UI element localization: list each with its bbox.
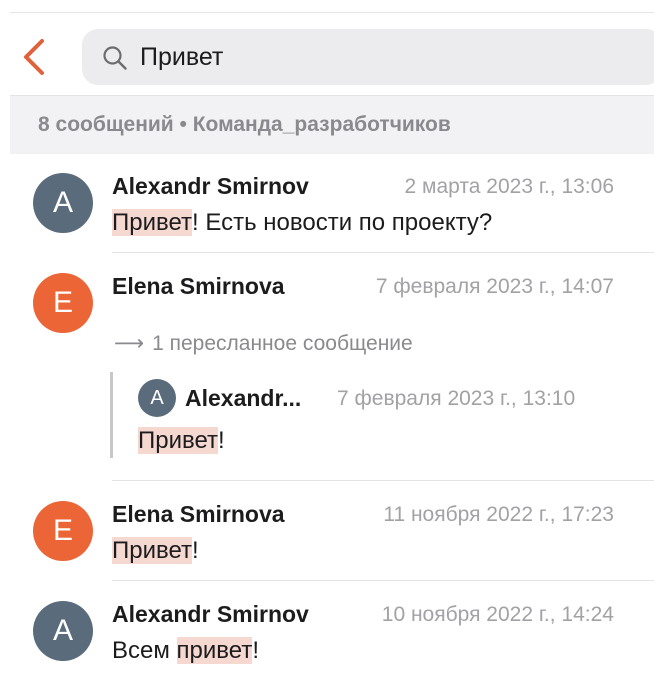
results-count-label: 8 сообщений • Команда_разработчиков bbox=[38, 113, 451, 136]
search-result-item[interactable]: E Elena Smirnova 11 ноября 2022 г., 17:2… bbox=[0, 481, 654, 581]
search-icon bbox=[103, 46, 127, 70]
search-result-item[interactable]: E Elena Smirnova 7 февраля 2023 г., 14:0… bbox=[0, 253, 654, 481]
forwarded-count-text: 1 пересланное сообщение bbox=[152, 332, 413, 355]
message-text: Привет! bbox=[112, 537, 199, 565]
message-text-after: ! bbox=[218, 427, 225, 454]
message-text: Всем привет! bbox=[112, 637, 259, 665]
search-highlight: привет bbox=[176, 637, 253, 664]
chevron-left-icon bbox=[24, 39, 44, 75]
search-input[interactable] bbox=[140, 29, 620, 85]
search-result-item[interactable]: A Alexandr Smirnov 2 марта 2023 г., 13:0… bbox=[0, 153, 654, 253]
search-highlight: Привет bbox=[112, 209, 193, 236]
message-text-after: ! bbox=[252, 637, 259, 664]
message-text-after: ! bbox=[192, 537, 199, 564]
forwarded-avatar: A bbox=[138, 379, 176, 417]
message-author: Alexandr Smirnov bbox=[112, 601, 309, 627]
message-author: Alexandr Smirnov bbox=[112, 173, 309, 199]
avatar: E bbox=[33, 273, 93, 333]
search-highlight: Привет bbox=[138, 427, 219, 454]
message-date: 7 февраля 2023 г., 14:07 bbox=[375, 275, 614, 298]
forward-arrow-icon: ⟶ bbox=[114, 332, 145, 355]
message-date: 2 марта 2023 г., 13:06 bbox=[404, 175, 614, 198]
avatar: A bbox=[33, 173, 93, 233]
forwarded-label: ⟶ 1 пересланное сообщение bbox=[114, 331, 413, 356]
avatar: E bbox=[33, 501, 93, 561]
message-author: Elena Smirnova bbox=[112, 501, 285, 527]
results-summary: 8 сообщений • Команда_разработчиков bbox=[10, 95, 654, 154]
search-header bbox=[0, 13, 654, 95]
message-date: 10 ноября 2022 г., 14:24 bbox=[381, 603, 614, 626]
search-highlight: Привет bbox=[112, 537, 193, 564]
forwarded-date: 7 февраля 2023 г., 13:10 bbox=[337, 387, 576, 410]
search-result-item[interactable]: A Alexandr Smirnov 10 ноября 2022 г., 14… bbox=[0, 581, 654, 675]
message-date: 11 ноября 2022 г., 17:23 bbox=[383, 503, 614, 526]
message-text-before: Всем bbox=[112, 637, 177, 664]
message-text: Привет! Есть новости по проекту? bbox=[112, 209, 492, 237]
forwarded-text: Привет! bbox=[138, 427, 225, 455]
message-text-after: ! Есть новости по проекту? bbox=[192, 209, 493, 236]
forwarded-quote-bar bbox=[110, 372, 113, 458]
avatar: A bbox=[33, 601, 93, 661]
message-author: Elena Smirnova bbox=[112, 273, 285, 299]
search-bar[interactable] bbox=[82, 29, 654, 85]
back-button[interactable] bbox=[20, 37, 50, 77]
forwarded-author: Alexandr... bbox=[185, 385, 302, 411]
